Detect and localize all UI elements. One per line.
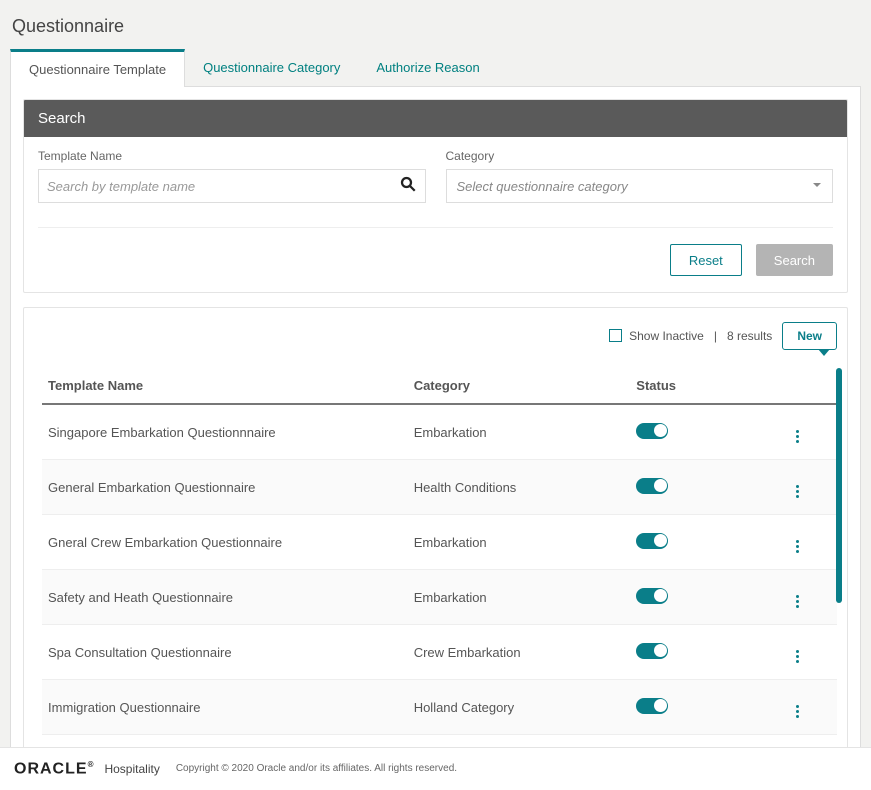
row-menu-button[interactable] <box>757 460 837 515</box>
status-toggle[interactable] <box>636 423 668 439</box>
scrollbar-indicator[interactable] <box>836 368 842 603</box>
status-toggle[interactable] <box>636 533 668 549</box>
table-row[interactable]: Spa Consultation Questionnaire Crew Emba… <box>42 625 837 680</box>
tab-bar: Questionnaire Template Questionnaire Cat… <box>10 49 861 87</box>
cell-category: Holland Category <box>408 680 631 735</box>
row-menu-button[interactable] <box>757 680 837 735</box>
results-card: Show Inactive | 8 results New Template N… <box>23 307 848 750</box>
template-name-input[interactable] <box>47 179 399 194</box>
cell-category: Embarkation <box>408 570 631 625</box>
page-title: Questionnaire <box>10 10 861 49</box>
footer: ORACLE® Hospitality Copyright © 2020 Ora… <box>0 747 871 790</box>
search-header: Search <box>24 100 847 137</box>
chevron-down-icon <box>812 177 822 195</box>
status-toggle[interactable] <box>636 478 668 494</box>
checkbox-icon <box>609 329 622 342</box>
results-table-area: Template Name Category Status Singapore … <box>42 368 837 735</box>
cell-name: Gneral Crew Embarkation Questionnaire <box>42 515 408 570</box>
template-name-label: Template Name <box>38 149 426 163</box>
row-menu-button[interactable] <box>757 625 837 680</box>
row-menu-button[interactable] <box>757 570 837 625</box>
copyright-text: Copyright © 2020 Oracle and/or its affil… <box>176 763 457 774</box>
cell-name: Immigration Questionnaire <box>42 680 408 735</box>
row-menu-button[interactable] <box>757 404 837 460</box>
brand-logo: ORACLE® <box>14 760 94 778</box>
column-header-category[interactable]: Category <box>408 368 631 404</box>
column-header-name[interactable]: Template Name <box>42 368 408 404</box>
row-menu-button[interactable] <box>757 515 837 570</box>
divider <box>38 227 833 228</box>
search-card: Search Template Name Category <box>23 99 848 293</box>
show-inactive-checkbox[interactable]: Show Inactive <box>609 329 704 343</box>
cell-category: Embarkation <box>408 515 631 570</box>
results-count: 8 results <box>727 329 772 343</box>
category-select-placeholder: Select questionnaire category <box>457 179 628 194</box>
show-inactive-label: Show Inactive <box>629 329 704 343</box>
status-toggle[interactable] <box>636 588 668 604</box>
cell-category: Embarkation <box>408 404 631 460</box>
table-row[interactable]: Immigration Questionnaire Holland Catego… <box>42 680 837 735</box>
table-row[interactable]: Singapore Embarkation Questionnnaire Emb… <box>42 404 837 460</box>
category-label: Category <box>446 149 834 163</box>
content-panel: Search Template Name Category <box>10 87 861 763</box>
cell-category: Crew Embarkation <box>408 625 631 680</box>
search-button[interactable]: Search <box>756 244 833 276</box>
cell-name: Spa Consultation Questionnaire <box>42 625 408 680</box>
table-row[interactable]: Gneral Crew Embarkation Questionnaire Em… <box>42 515 837 570</box>
cell-name: Safety and Heath Questionnaire <box>42 570 408 625</box>
new-button[interactable]: New <box>782 322 837 350</box>
tab-questionnaire-template[interactable]: Questionnaire Template <box>10 49 185 87</box>
brand-subtitle: Hospitality <box>104 762 159 776</box>
cell-category: Health Conditions <box>408 460 631 515</box>
tab-questionnaire-category[interactable]: Questionnaire Category <box>185 49 358 86</box>
cell-name: General Embarkation Questionnaire <box>42 460 408 515</box>
status-toggle[interactable] <box>636 698 668 714</box>
table-row[interactable]: Safety and Heath Questionnaire Embarkati… <box>42 570 837 625</box>
template-name-input-wrap[interactable] <box>38 169 426 203</box>
column-header-status[interactable]: Status <box>630 368 757 404</box>
reset-button[interactable]: Reset <box>670 244 742 276</box>
search-icon[interactable] <box>399 175 417 198</box>
tab-authorize-reason[interactable]: Authorize Reason <box>358 49 497 86</box>
results-table: Template Name Category Status Singapore … <box>42 368 837 735</box>
results-separator: | <box>714 329 717 343</box>
table-row[interactable]: General Embarkation Questionnaire Health… <box>42 460 837 515</box>
category-select[interactable]: Select questionnaire category <box>446 169 834 203</box>
cell-name: Singapore Embarkation Questionnnaire <box>42 404 408 460</box>
status-toggle[interactable] <box>636 643 668 659</box>
